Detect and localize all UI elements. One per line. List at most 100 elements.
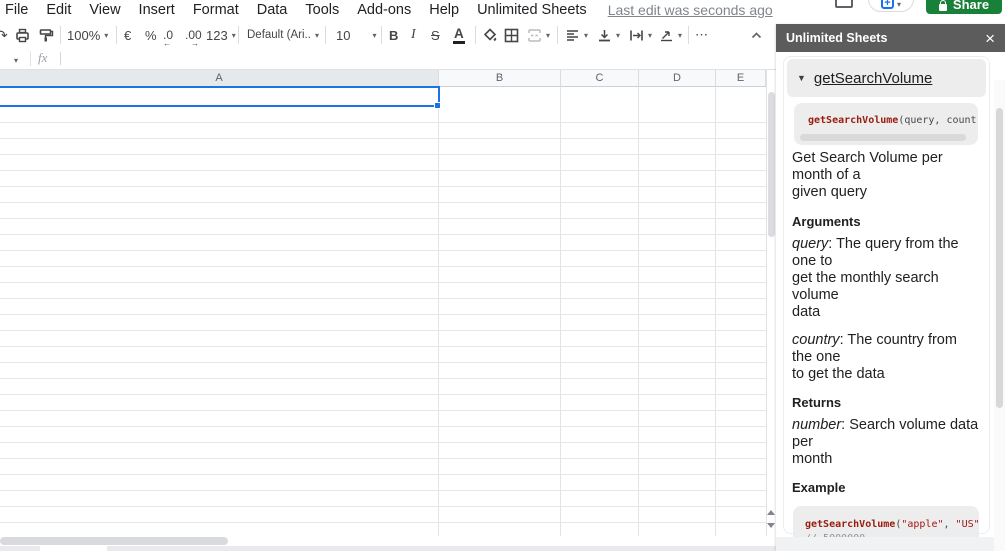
menu-file[interactable]: File [5,2,37,18]
text-wrap-button[interactable]: ▾ [629,22,652,48]
function-title-row[interactable]: ▼ getSearchVolume [787,59,986,97]
horizontal-scrollbar[interactable] [0,536,766,546]
bold-icon: B [389,27,399,43]
strikethrough-icon: S [431,27,440,43]
redo-button[interactable]: ↷ [0,22,8,48]
text-color-button[interactable]: A [453,22,465,48]
comment-icon[interactable] [835,0,853,8]
bold-button[interactable]: B [389,22,398,48]
argument-term: query [792,236,829,252]
format-percent-button[interactable]: % [145,22,157,48]
menu-view[interactable]: View [80,2,129,18]
toolbar: ↷ 100% ▾ € % .0 ← .00 → 123 ▾ Default (Ari..… [0,22,776,48]
toolbar-separator [116,26,117,44]
scroll-down-icon[interactable] [767,523,775,528]
menu-tools[interactable]: Tools [296,2,348,18]
fill-color-button[interactable] [483,22,498,48]
collapse-triangle-icon[interactable]: ▼ [797,73,806,83]
font-family-select[interactable]: Default (Ari... ▾ [247,22,323,48]
returns-term: number [792,417,842,433]
vertical-scrollbar-thumb[interactable] [768,92,775,237]
chevron-down-icon: ▾ [231,30,236,40]
returns-heading: Returns [792,395,842,410]
menu-data[interactable]: Data [248,2,297,18]
column-header-e[interactable]: E [716,70,766,87]
vertical-scroll-arrows[interactable] [766,506,776,536]
chevron-down-icon: ▾ [616,30,621,40]
argument-query: query: The query from the one to get the… [792,236,959,320]
horizontal-align-button[interactable]: ▾ [565,22,588,48]
menu-addons[interactable]: Add-ons [348,2,420,18]
print-button[interactable] [15,22,30,48]
grid-rows[interactable] [0,107,766,536]
vertical-align-button[interactable]: ▾ [597,22,620,48]
hide-toolbar-button[interactable] [750,22,763,48]
scroll-up-icon[interactable] [767,510,775,515]
signature-args: (query, country) [898,115,978,126]
text-wrap-icon [630,30,643,40]
arguments-heading: Arguments [792,214,861,229]
more-toolbar-button[interactable]: ⋯ [695,22,708,48]
sidebar-scrollbar-thumb[interactable] [996,108,1003,408]
sidebar-body: ▼ getSearchVolume getSearchVolume(query,… [776,52,1005,551]
active-sheet-tab[interactable] [40,546,107,551]
last-edit-status[interactable]: Last edit was seconds ago [608,2,773,18]
grid-column-border [715,87,716,536]
increase-decimal-button[interactable]: .00 → [185,22,202,48]
spreadsheet-grid[interactable]: A B C D E [0,70,776,551]
function-description: Get Search Volume per month of a given q… [792,150,943,200]
close-icon[interactable]: × [985,30,995,47]
column-header-b[interactable]: B [439,70,561,87]
code-scrollbar-thumb[interactable] [800,134,966,141]
redo-icon: ↷ [0,26,8,43]
column-header-c[interactable]: C [561,70,639,87]
vertical-scrollbar[interactable] [766,70,776,536]
sidebar-title: Unlimited Sheets [786,31,888,45]
more-icon: ⋯ [695,27,708,42]
toolbar-separator [475,26,476,44]
toolbar-separator [325,26,326,44]
borders-button[interactable] [504,22,519,48]
menu-format[interactable]: Format [184,2,248,18]
chevron-down-icon: ▾ [896,0,901,9]
percent-icon: % [145,27,157,43]
zoom-select[interactable]: 100% ▾ [67,22,108,48]
function-signature-block: getSearchVolume(query, country) [794,103,978,145]
column-header-d[interactable]: D [639,70,716,87]
merge-cells-button[interactable]: ▾ [527,22,550,48]
menu-edit[interactable]: Edit [37,2,80,18]
paint-format-button[interactable] [39,22,54,48]
horizontal-scrollbar-thumb[interactable] [0,537,228,545]
more-formats-button[interactable]: 123 ▾ [206,22,236,48]
column-header-a[interactable]: A [0,70,439,87]
font-size-value: 10 [336,27,351,43]
strikethrough-button[interactable]: S [431,22,440,48]
font-size-select[interactable]: 10 ▾ [336,22,378,48]
sidebar-header: Unlimited Sheets × [776,24,1005,52]
formula-bar[interactable]: ▾ fx [0,48,776,70]
print-icon [16,28,29,42]
selected-cell-a1[interactable] [0,86,440,107]
formula-input-cursor [60,52,61,65]
sheet-tabs-strip[interactable] [0,546,776,551]
italic-button[interactable]: I [411,22,416,48]
menu-unlimited-sheets[interactable]: Unlimited Sheets [468,2,596,18]
add-people-button[interactable]: + ▾ [868,0,914,12]
fill-handle[interactable] [434,102,441,109]
share-button[interactable]: Share [926,0,1002,14]
menu-help[interactable]: Help [420,2,468,18]
example-heading: Example [792,480,846,495]
text-color-icon: A [453,26,465,44]
sidebar-scrollbar[interactable] [994,80,1005,551]
fill-color-icon [483,27,497,41]
menu-insert[interactable]: Insert [130,2,184,18]
toolbar-separator [557,26,558,44]
decrease-decimal-button[interactable]: .0 ← [163,22,173,48]
function-name-link[interactable]: getSearchVolume [814,70,932,87]
grid-column-border [560,87,561,536]
top-actions: + ▾ Share [828,0,1005,20]
argument-country: country: The country from the one to get… [792,332,957,382]
text-rotation-button[interactable]: ▾ [659,22,682,48]
format-currency-button[interactable]: € [124,22,131,48]
name-box-caret-icon[interactable]: ▾ [14,56,18,65]
